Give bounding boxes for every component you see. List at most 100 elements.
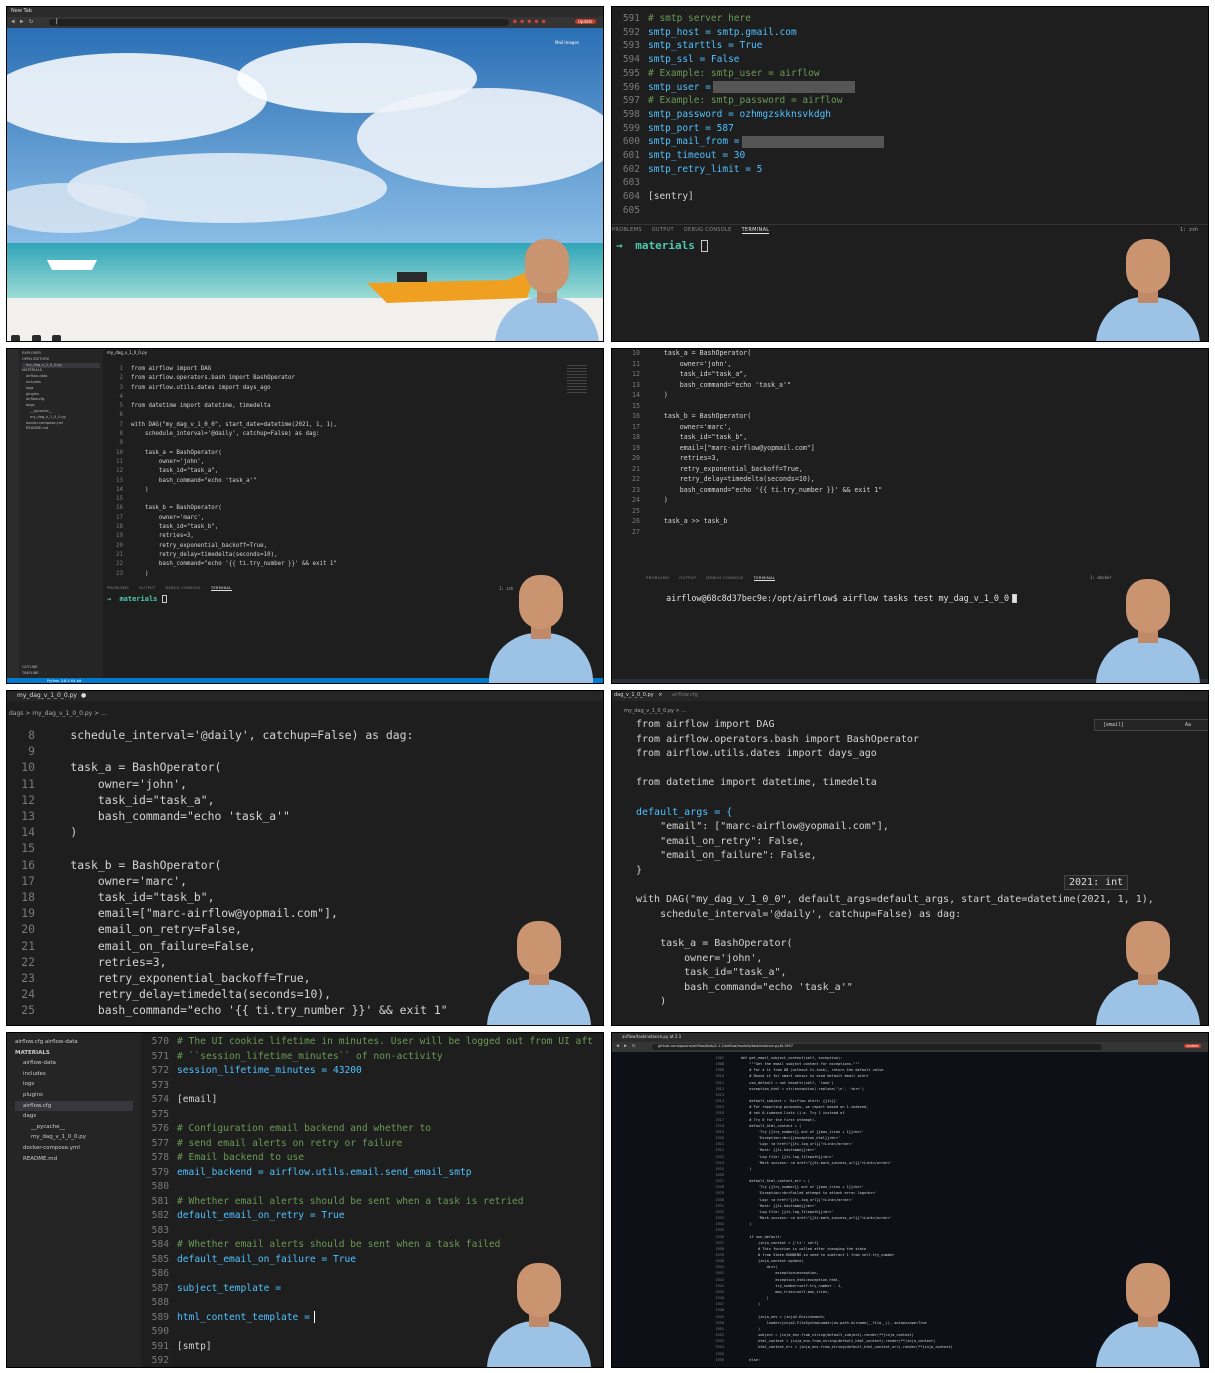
line-number: 585 xyxy=(151,1253,169,1265)
panel-tab[interactable]: TERMINAL xyxy=(741,227,770,234)
terminal-cursor[interactable] xyxy=(161,595,167,603)
extension-icons[interactable]: ● ● ● ● ● xyxy=(513,18,546,25)
shell-select[interactable]: 1: zsh xyxy=(1180,227,1198,233)
line-number: 11 xyxy=(21,776,35,791)
panel-tab[interactable]: TERMINAL xyxy=(753,575,776,581)
code-line: from airflow.operators.bash import BashO… xyxy=(628,733,1154,748)
breadcrumb[interactable]: my_dag_v_1_0_0.py > ... xyxy=(624,708,686,714)
address-bar[interactable]: github.com/apache/airflow/blob/2.1.2/air… xyxy=(652,1044,1102,1050)
code-text: owner='john', xyxy=(131,458,205,465)
code-text: # Configuration email backend and whethe… xyxy=(177,1123,432,1134)
editor-tab-inactive[interactable]: airflow.cfg xyxy=(672,692,698,698)
github-code-view[interactable]: 1907 def get_email_subject_content(self,… xyxy=(708,1055,952,1363)
code-line: 14 ) xyxy=(107,486,337,495)
chrome-links[interactable]: Mail Images xyxy=(555,40,579,45)
shell-select[interactable]: 1: docker xyxy=(1090,575,1112,580)
code-editor[interactable]: 8 schedule_interval='@daily', catchup=Fa… xyxy=(11,727,448,1019)
file-tree-item[interactable]: README.md xyxy=(15,1154,133,1165)
file-tree-item[interactable]: logs xyxy=(15,1079,133,1090)
reload-icon[interactable]: ↻ xyxy=(29,17,33,25)
forward-icon[interactable]: ▶ xyxy=(20,18,24,25)
code-text: owner='john', xyxy=(43,776,188,791)
breadcrumb[interactable]: dags > my_dag_v_1_0_0.py > ... xyxy=(9,710,107,717)
editor-tab[interactable]: my_dag_v_1_0_0.py ● xyxy=(7,691,603,701)
file-tree-item[interactable]: docker-compose.yml xyxy=(15,1143,133,1154)
file-tree-item[interactable]: __pycache__ xyxy=(15,1122,133,1133)
file-tree-item[interactable]: includes xyxy=(15,1069,133,1080)
line-number: 17 xyxy=(632,422,640,431)
file-tree-item[interactable]: dags xyxy=(15,1111,133,1122)
panel-tab[interactable]: DEBUG CONSOLE xyxy=(684,227,732,233)
code-editor[interactable]: 591 # smtp server here 592 smtp_host = smtp… xyxy=(616,12,884,218)
code-line: 574 [email] xyxy=(147,1093,593,1108)
code-line: 575 xyxy=(147,1108,593,1123)
line-number: 592 xyxy=(151,1355,169,1366)
line-number: 595 xyxy=(622,67,640,79)
update-button[interactable]: Update xyxy=(575,19,596,24)
panel-tab[interactable]: DEBUG CONSOLE xyxy=(165,586,200,590)
code-editor[interactable]: 1 from airflow import DAG 2 from airflow.op… xyxy=(107,365,337,579)
file-tree-item[interactable]: airflow.cfg xyxy=(15,1100,133,1112)
code-editor[interactable]: 10 task_a = BashOperator(11 owner='john'… xyxy=(626,349,882,538)
code-line: 27 xyxy=(626,527,882,538)
file-tree-item[interactable]: README.md xyxy=(22,426,100,432)
forward-icon[interactable]: ▶ xyxy=(624,1043,627,1049)
line-number: 19 xyxy=(632,443,640,452)
line-number: 591 xyxy=(151,1340,169,1352)
code-text: try_number=self.try_number - 1, xyxy=(732,1283,843,1288)
close-icon[interactable]: × xyxy=(658,692,662,698)
dock-icon[interactable] xyxy=(11,335,20,341)
activity-bar xyxy=(7,349,19,683)
line-number: 22 xyxy=(632,475,640,483)
explorer-root[interactable]: MATERIALS xyxy=(15,1048,133,1059)
code-text: email_on_failure=False, xyxy=(43,938,256,953)
match-case-toggle[interactable]: Aa xyxy=(1185,722,1191,728)
code-text: schedule_interval='@daily', catchup=Fals… xyxy=(636,908,962,920)
file-tree-item[interactable]: plugins xyxy=(15,1090,133,1101)
open-editor-item[interactable]: airflow.cfg airflow-data xyxy=(15,1037,133,1048)
code-text: 'Log file: {{ti.log_filepath}}<br>' xyxy=(732,1209,834,1214)
editor-tab[interactable]: my_dag_v_1_0_0.py xyxy=(103,349,253,357)
back-icon[interactable]: ◀ xyxy=(616,1043,619,1049)
code-line: 18 task_id="task_b", xyxy=(11,889,448,905)
code-line: 594 smtp_ssl = False xyxy=(616,53,884,67)
outline-header[interactable]: OUTLINE xyxy=(22,665,38,671)
file-tree-item[interactable]: my_dag_v_1_0_0.py xyxy=(15,1132,133,1143)
code-editor[interactable]: from airflow import DAG from airflow.oper… xyxy=(628,718,1154,1010)
browser-tab[interactable]: airflow/taskinstance.py at 2.1 xyxy=(622,1034,681,1039)
update-button[interactable]: Update xyxy=(1184,1044,1201,1048)
code-text: 'Host: {{ti.hostname}}<br>' xyxy=(732,1203,817,1208)
line-number: 2 xyxy=(119,375,124,382)
code-text: 'Exception:<br>{{exception_html}}<br>' xyxy=(732,1136,841,1141)
dock-icon[interactable] xyxy=(31,335,41,341)
panel-tab[interactable]: PROBLEMS xyxy=(646,575,669,580)
code-text: use_default = not hasattr(self, 'task') xyxy=(732,1080,834,1085)
editor-tab[interactable]: dag_v_1_0_0.py xyxy=(614,692,654,698)
code-text: task_id="task_a", xyxy=(131,468,219,475)
panel-tab[interactable]: PROBLEMS xyxy=(612,227,642,233)
address-bar[interactable]: | xyxy=(49,18,509,26)
back-icon[interactable]: ◀ xyxy=(11,18,15,25)
panel-tab[interactable]: TERMINAL xyxy=(210,586,232,591)
file-tree-item[interactable]: airflow-data xyxy=(15,1058,133,1069)
panel-tab[interactable]: OUTPUT xyxy=(652,227,674,233)
code-line: bash_command="echo 'task_a'" xyxy=(628,981,1154,996)
panel-tab[interactable]: PROBLEMS xyxy=(107,586,129,590)
code-line: 8 schedule_interval='@daily', catchup=Fa… xyxy=(107,430,337,439)
dock-icon[interactable] xyxy=(52,335,62,341)
code-text: default_html_content = ( xyxy=(732,1123,802,1128)
code-line: 598 smtp_password = ozhmgzskknsvkdgh xyxy=(616,108,884,122)
reload-icon[interactable]: ↻ xyxy=(632,1042,636,1049)
line-number: 5 xyxy=(119,403,124,410)
panel-tab[interactable]: OUTPUT xyxy=(139,586,155,590)
browser-tab[interactable]: New Tab xyxy=(11,8,32,14)
timeline-header[interactable]: TIMELINE xyxy=(22,671,39,677)
panel-tab[interactable]: OUTPUT xyxy=(679,575,696,580)
code-text: task_id="task_a", xyxy=(43,792,215,807)
code-text: "email_on_retry": False, xyxy=(636,835,805,847)
panel-tab[interactable]: DEBUG CONSOLE xyxy=(706,575,743,580)
code-text: jinja_env = jinja2.Environment( xyxy=(732,1314,826,1319)
terminal-cursor[interactable] xyxy=(701,240,709,252)
terminal-output[interactable]: airflow@68c8d37bec9e:/opt/airflow$ airfl… xyxy=(646,583,1018,613)
code-text: bash_command="echo '{{ ti.try_number }}'… xyxy=(43,1003,448,1018)
